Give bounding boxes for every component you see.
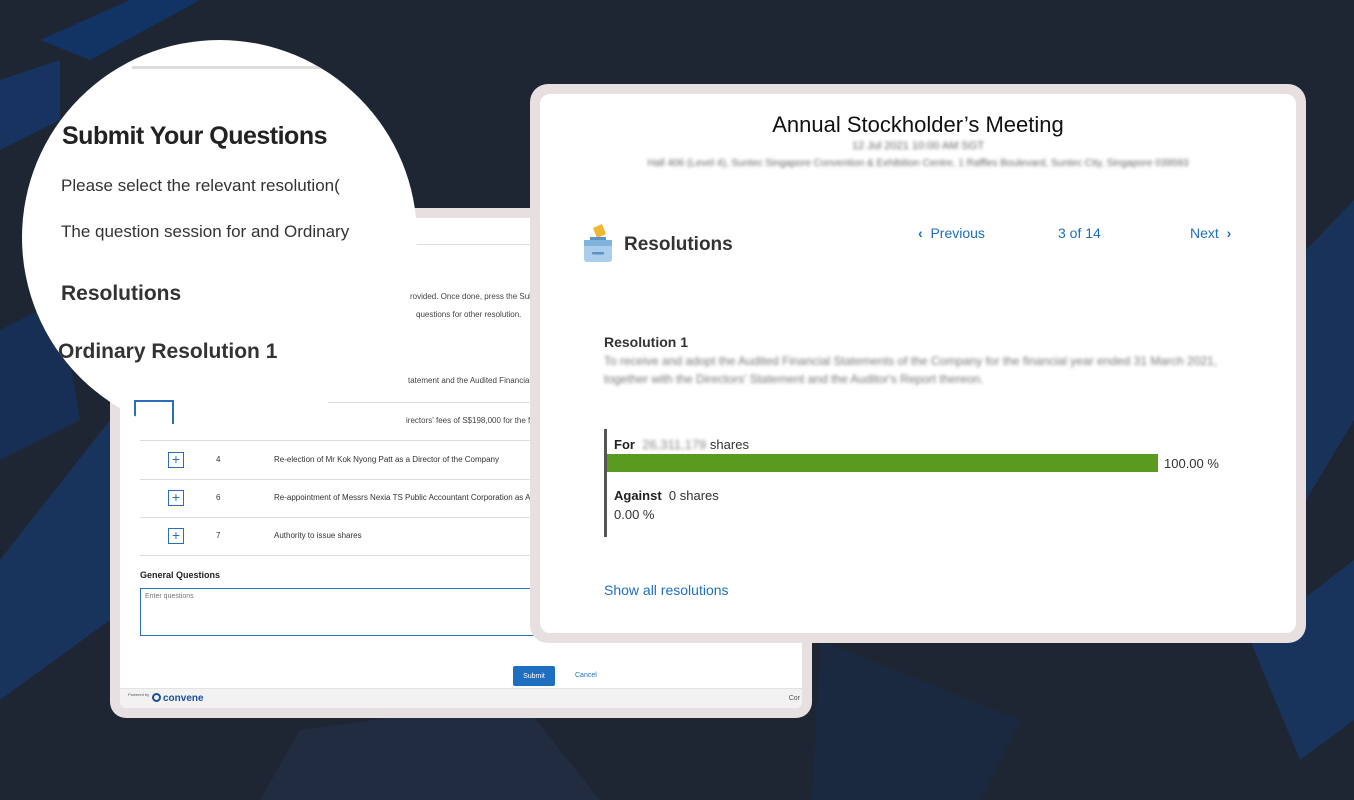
instructions-line-1: rovided. Once done, press the Subm — [410, 292, 541, 301]
instructions-zoomed-1: Please select the relevant resolution( — [61, 176, 340, 195]
for-votes-bar — [607, 454, 1158, 472]
expand-icon[interactable]: + — [168, 490, 184, 506]
general-questions-label: General Questions — [140, 570, 221, 580]
ballot-box-icon — [580, 222, 616, 264]
page-indicator: 3 of 14 — [1058, 225, 1101, 241]
previous-button[interactable]: ‹ Previous — [918, 225, 985, 241]
resolution-results-card: Annual Stockholder’s Meeting 12 Jul 2021… — [530, 84, 1306, 643]
powered-by-label: Powered by — [128, 692, 150, 697]
for-share-count: 26,311,179 — [642, 437, 707, 452]
meeting-venue: Hall 406 (Level 4), Suntec Singapore Con… — [647, 158, 1189, 169]
row-description: Re-election of Mr Kok Nyong Patt as a Di… — [274, 455, 499, 464]
vote-axis-line — [604, 429, 607, 537]
submit-button[interactable]: Submit — [513, 666, 555, 686]
resolution-results-panel: Annual Stockholder’s Meeting 12 Jul 2021… — [540, 94, 1296, 633]
for-percent: 100.00 % — [1164, 456, 1219, 471]
against-percent: 0.00 % — [614, 507, 655, 522]
brand-label: convene — [163, 693, 204, 704]
divider — [132, 66, 332, 69]
chevron-right-icon: › — [1226, 225, 1232, 241]
against-share-count: 0 shares — [668, 488, 719, 503]
expand-icon — [134, 400, 174, 424]
for-votes-bar-fill — [607, 454, 1158, 472]
magnifier-lens: Submit Your Questions Please select the … — [22, 40, 417, 435]
meeting-title: Annual Stockholder’s Meeting — [772, 112, 1064, 137]
row-number: 4 — [216, 455, 221, 464]
submit-questions-heading: Submit Your Questions — [62, 122, 328, 150]
for-label: For — [614, 437, 635, 452]
row-description: Authority to issue shares — [274, 531, 362, 540]
resolution-title: Resolution 1 — [604, 334, 689, 350]
for-unit: shares — [709, 437, 749, 452]
against-votes-label: Against 0 shares — [614, 488, 719, 503]
general-questions-input[interactable] — [140, 588, 560, 636]
show-all-resolutions-link[interactable]: Show all resolutions — [604, 582, 729, 598]
chevron-left-icon: ‹ — [918, 225, 923, 241]
meeting-date: 12 Jul 2021 10:00 AM SGT — [851, 140, 985, 152]
for-votes-label: For 26,311,179 shares — [614, 437, 749, 452]
expand-icon[interactable]: + — [168, 528, 184, 544]
cancel-link[interactable]: Cancel — [575, 672, 597, 679]
instructions-zoomed-2: The question session for and Ordinary — [61, 222, 350, 241]
instructions-line-2: questions for other resolution. — [416, 310, 522, 319]
next-label: Next — [1190, 225, 1219, 241]
row-number: 7 — [216, 531, 221, 540]
ordinary-resolution-heading: Ordinary Resolution 1 — [58, 340, 278, 363]
section-title: Resolutions — [624, 234, 733, 255]
previous-label: Previous — [930, 225, 985, 241]
convene-logo: convene — [152, 693, 204, 704]
expand-icon[interactable]: + — [168, 452, 184, 468]
row-description: Re-appointment of Messrs Nexia TS Public… — [274, 493, 555, 502]
row-number: 6 — [216, 493, 221, 502]
footer-right-text: Cor — [788, 695, 800, 702]
footer: Powered by convene Cor — [120, 688, 802, 708]
convene-logo-mark-icon — [152, 693, 161, 702]
resolutions-heading: Resolutions — [61, 282, 182, 305]
against-label: Against — [614, 488, 662, 503]
resolution-description: To receive and adopt the Audited Financi… — [604, 354, 1218, 386]
next-button[interactable]: Next › — [1190, 225, 1231, 241]
